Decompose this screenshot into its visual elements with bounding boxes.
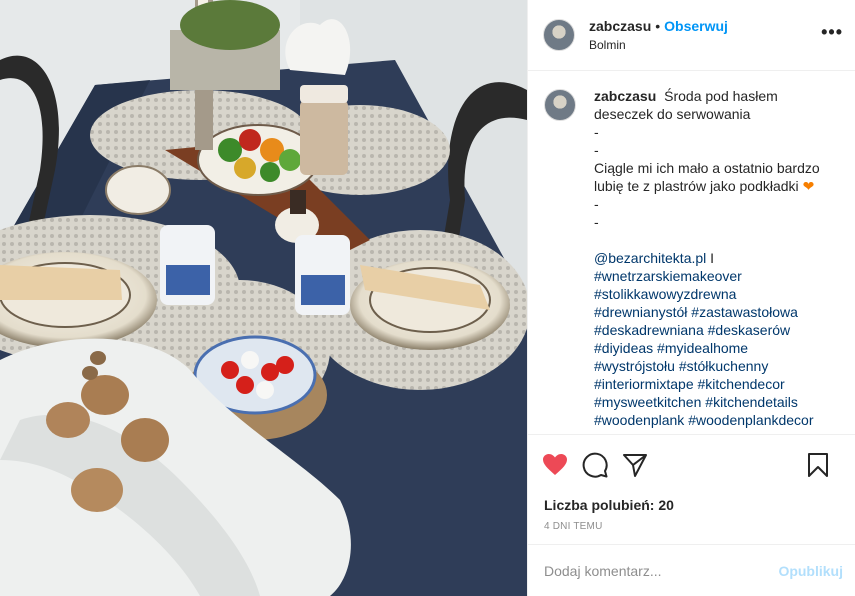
more-options-icon[interactable]: ••• [821, 23, 843, 41]
hashtag-link[interactable]: #wnetrzarskiemakeover [594, 268, 742, 284]
follow-button[interactable]: Obserwuj [664, 18, 728, 34]
action-bar [528, 434, 855, 494]
post-timestamp[interactable]: 4 DNI TEMU [528, 516, 855, 538]
hashtag-line: #mysweetkitchen #kitchendetails [594, 393, 834, 411]
hashtag-line: #wnetrzarskiemakeover [594, 267, 834, 285]
caption-line: - [594, 124, 599, 140]
comment-icon[interactable] [582, 445, 622, 485]
post-header: zabczasu • Obserwuj Bolmin ••• [528, 0, 855, 71]
hashtag-link[interactable]: #mysweetkitchen [594, 394, 701, 410]
heart-filled-icon[interactable] [542, 445, 582, 485]
caption-username[interactable]: zabczasu [594, 88, 656, 104]
username-link[interactable]: zabczasu [589, 18, 651, 34]
instagram-post: zabczasu • Obserwuj Bolmin ••• zabczasu … [0, 0, 855, 596]
hashtag-link[interactable]: #interiormixtape [594, 376, 694, 392]
hashtag-link[interactable]: #myidealhome [657, 340, 748, 356]
hashtag-link[interactable]: #deskadrewniana [594, 322, 704, 338]
hashtag-link[interactable]: #stółkuchenny [679, 358, 769, 374]
separator-dot: • [655, 18, 661, 34]
comment-bar: Dodaj komentarz... Opublikuj [528, 544, 855, 596]
caption-body: zabczasu Środa pod hasłem deseczek do se… [594, 87, 834, 434]
hashtag-link[interactable]: #deskaserów [708, 322, 791, 338]
avatar[interactable] [543, 19, 575, 51]
orange-heart-icon: ❤ [802, 178, 815, 194]
comment-input[interactable]: Dodaj komentarz... [544, 563, 778, 579]
hashtag-line: #stolikkawowyzdrewna [594, 285, 834, 303]
hashtag-link[interactable]: #diyideas [594, 340, 653, 356]
hashtag-link[interactable]: #drewnianystół [594, 304, 687, 320]
publish-button[interactable]: Opublikuj [778, 563, 843, 579]
hashtag-link[interactable]: #kitchendecor [698, 376, 785, 392]
hashtag-link[interactable]: #kitchendetails [705, 394, 798, 410]
hashtag-link[interactable]: #woodenplankdecor [688, 412, 813, 428]
caption-avatar[interactable] [544, 89, 576, 121]
header-line: zabczasu • Obserwuj [589, 18, 728, 34]
caption-line: - [594, 214, 599, 230]
hashtag-link[interactable]: #zastawastołowa [691, 304, 798, 320]
post-sidebar: zabczasu • Obserwuj Bolmin ••• zabczasu … [527, 0, 855, 596]
hashtag-line: #drewnianystół #zastawastołowa [594, 303, 834, 321]
post-photo[interactable] [0, 0, 527, 596]
hashtag-line: #woodenplank #woodenplankdecor [594, 411, 834, 429]
mention-suffix: I [706, 250, 715, 266]
caption-area: zabczasu Środa pod hasłem deseczek do se… [528, 71, 855, 434]
location-link[interactable]: Bolmin [589, 38, 728, 52]
hashtag-link[interactable]: #stolikkawowyzdrewna [594, 286, 736, 302]
hashtag-link[interactable]: #wystrójstołu [594, 358, 675, 374]
hashtag-line: #diyideas #myidealhome [594, 339, 834, 357]
header-text: zabczasu • Obserwuj Bolmin [589, 18, 728, 52]
share-icon[interactable] [622, 445, 662, 485]
mention-line: @bezarchitekta.pl I [594, 249, 834, 267]
table-setting-photo [0, 0, 527, 596]
caption-line: - [594, 196, 599, 212]
hashtag-link[interactable]: #woodenplank [594, 412, 684, 428]
likes-count[interactable]: Liczba polubień: 20 [528, 494, 855, 516]
caption-line: - [594, 142, 599, 158]
caption-text: Ciągle mi ich mało a ostatnio bardzo lub… [594, 160, 820, 194]
bookmark-icon[interactable] [807, 445, 847, 485]
hashtag-line: #wystrójstołu #stółkuchenny [594, 357, 834, 375]
mention-link[interactable]: @bezarchitekta.pl [594, 250, 706, 266]
caption-line: Ciągle mi ich mało a ostatnio bardzo lub… [594, 159, 834, 195]
hashtag-line: #deskadrewniana #deskaserów [594, 321, 834, 339]
hashtag-line: #interiormixtape #kitchendecor [594, 375, 834, 393]
